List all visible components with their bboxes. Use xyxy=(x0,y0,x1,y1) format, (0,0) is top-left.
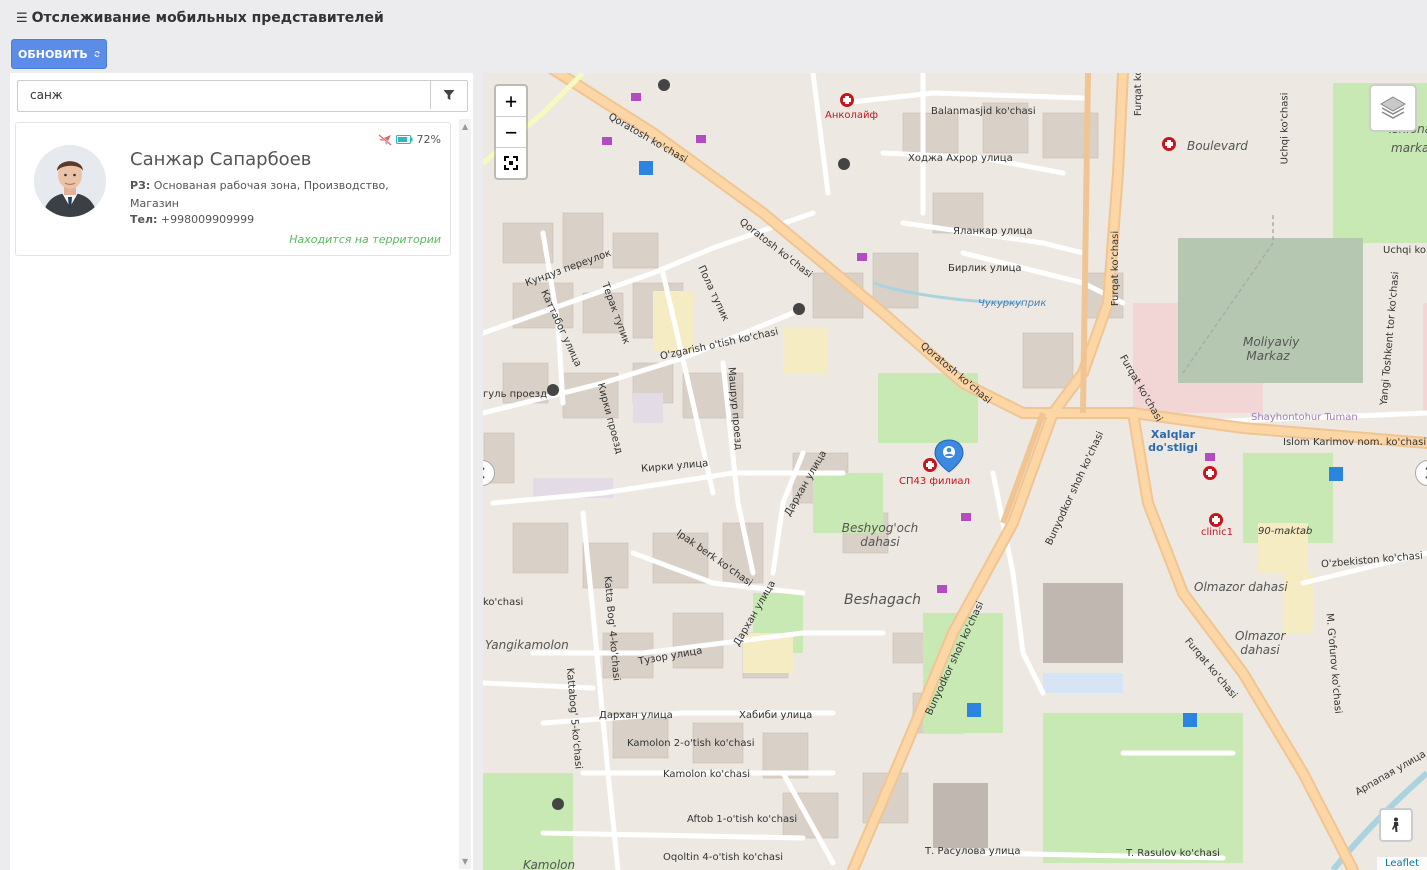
page-title-text: Отслеживание мобильных представителей xyxy=(31,10,384,26)
map-label-sp43: СП43 филиал xyxy=(899,476,970,487)
agent-card[interactable]: Санжар Сапарбоев РЗ: Основаная рабочая з… xyxy=(15,122,451,256)
agent-name: Санжар Сапарбоев xyxy=(130,149,312,170)
map-label: clinic1 xyxy=(1201,527,1234,538)
map-label: Yangikamolon xyxy=(485,638,569,652)
map-label: Хабиби улица xyxy=(739,710,813,721)
refresh-button-label: ОБНОВИТЬ xyxy=(18,47,88,61)
refresh-button[interactable]: ОБНОВИТЬ xyxy=(11,39,107,69)
map-label: Т. Расулова улица xyxy=(925,846,1021,857)
map-label: Furqat ko'chasi xyxy=(1110,230,1122,307)
zone-label: РЗ: xyxy=(130,179,151,192)
chevron-left-icon xyxy=(483,467,485,479)
search-input[interactable] xyxy=(18,81,428,109)
agent-zone: РЗ: Основаная рабочая зона, Производство… xyxy=(130,177,430,213)
map-label: T. Rasulov ko'chasi xyxy=(1126,848,1220,859)
map-label: Чукуркуприк xyxy=(978,298,1047,309)
agent-phone: Тел: +998009909999 xyxy=(130,213,254,226)
avatar xyxy=(34,145,106,217)
map-label: Aftob 1-o'tish ko'chasi xyxy=(687,814,798,825)
zoom-control: + − xyxy=(494,84,528,180)
scroll-down-icon[interactable]: ▼ xyxy=(462,857,468,866)
filter-button[interactable] xyxy=(430,81,467,109)
map-label: Shayhontohur Tuman xyxy=(1251,412,1358,423)
map-label-xalqlar: Xalqlar do'stligi xyxy=(1148,428,1198,454)
map-label: Olmazor dahasi xyxy=(1235,629,1286,657)
map-label: Moliyaviy Markaz xyxy=(1243,335,1300,363)
map-label: Balanmasjid ko'chasi xyxy=(931,106,1036,117)
agent-list: Санжар Сапарбоев РЗ: Основаная рабочая з… xyxy=(10,119,458,870)
pegman-icon xyxy=(1392,817,1399,832)
map-label: Olmazor dahasi xyxy=(1194,580,1288,594)
phone-value: +998009909999 xyxy=(160,213,255,226)
map-label: ko'chasi xyxy=(483,597,524,608)
chevron-right-icon xyxy=(1425,467,1427,479)
map-label: Uchqi ko'chasi xyxy=(1279,92,1291,165)
fullscreen-icon xyxy=(504,156,518,170)
scroll-up-icon[interactable]: ▲ xyxy=(462,122,468,131)
map-label-ankolayf: Анколайф xyxy=(825,110,879,121)
map-label: 90-maktab xyxy=(1258,526,1313,537)
map-label: Kamolon ko'chasi xyxy=(663,769,751,780)
map-label: Бирлик улица xyxy=(948,263,1022,274)
status-badge: Находится на территории xyxy=(289,233,441,246)
map-label: Uchqi ko'chasi xyxy=(1383,245,1427,256)
device-status: 72% xyxy=(377,133,441,146)
map-label: Furqat ko'chasi xyxy=(1133,73,1145,117)
scrollbar[interactable]: ▲ ▼ xyxy=(459,119,471,869)
map[interactable]: Анколайф Balanmasjid ko'chasi Ходжа Ахро… xyxy=(483,73,1427,870)
filter-icon xyxy=(443,90,455,100)
attribution-link[interactable]: Leaflet xyxy=(1376,857,1427,870)
gps-off-icon xyxy=(377,133,392,146)
layers-button[interactable] xyxy=(1369,84,1417,132)
battery-level: 72% xyxy=(416,133,441,146)
map-label: marka xyxy=(1391,141,1427,155)
map-label: Boulevard xyxy=(1187,139,1248,153)
street-view-button[interactable] xyxy=(1379,808,1413,842)
map-label: Islom Karimov nom. ko'chasi xyxy=(1283,437,1427,448)
search-box xyxy=(17,80,468,112)
map-label: Ходжа Ахрор улица xyxy=(908,153,1013,164)
layers-icon xyxy=(1380,96,1406,119)
page-title: ☰ Отслеживание мобильных представителей xyxy=(16,10,384,26)
phone-label: Тел: xyxy=(130,213,158,226)
top-bar: ☰ Отслеживание мобильных представителей xyxy=(0,0,1427,36)
fullscreen-button[interactable] xyxy=(496,148,526,178)
map-label: Kamolon 2-o'tish ko'chasi xyxy=(627,738,755,749)
refresh-icon xyxy=(94,51,100,57)
hamburger-icon[interactable]: ☰ xyxy=(16,11,28,26)
battery-icon xyxy=(395,135,413,144)
map-label: Яланкар улица xyxy=(953,226,1033,237)
map-label: Beshagach xyxy=(844,592,921,608)
map-tiles xyxy=(483,73,1427,870)
zoom-out-button[interactable]: − xyxy=(496,117,526,148)
map-label: Oqoltin 4-o'tish ko'chasi xyxy=(663,852,784,863)
map-label: Kamolon xyxy=(523,858,576,870)
map-label: гуль проезд xyxy=(483,389,548,400)
zone-value: Основаная рабочая зона, Производство, Ма… xyxy=(130,179,389,210)
map-label: Дархан улица xyxy=(599,710,673,721)
zoom-in-button[interactable]: + xyxy=(496,86,526,117)
map-label: Beshyog'och dahasi xyxy=(841,521,919,549)
agent-panel: Санжар Сапарбоев РЗ: Основаная рабочая з… xyxy=(10,73,473,870)
